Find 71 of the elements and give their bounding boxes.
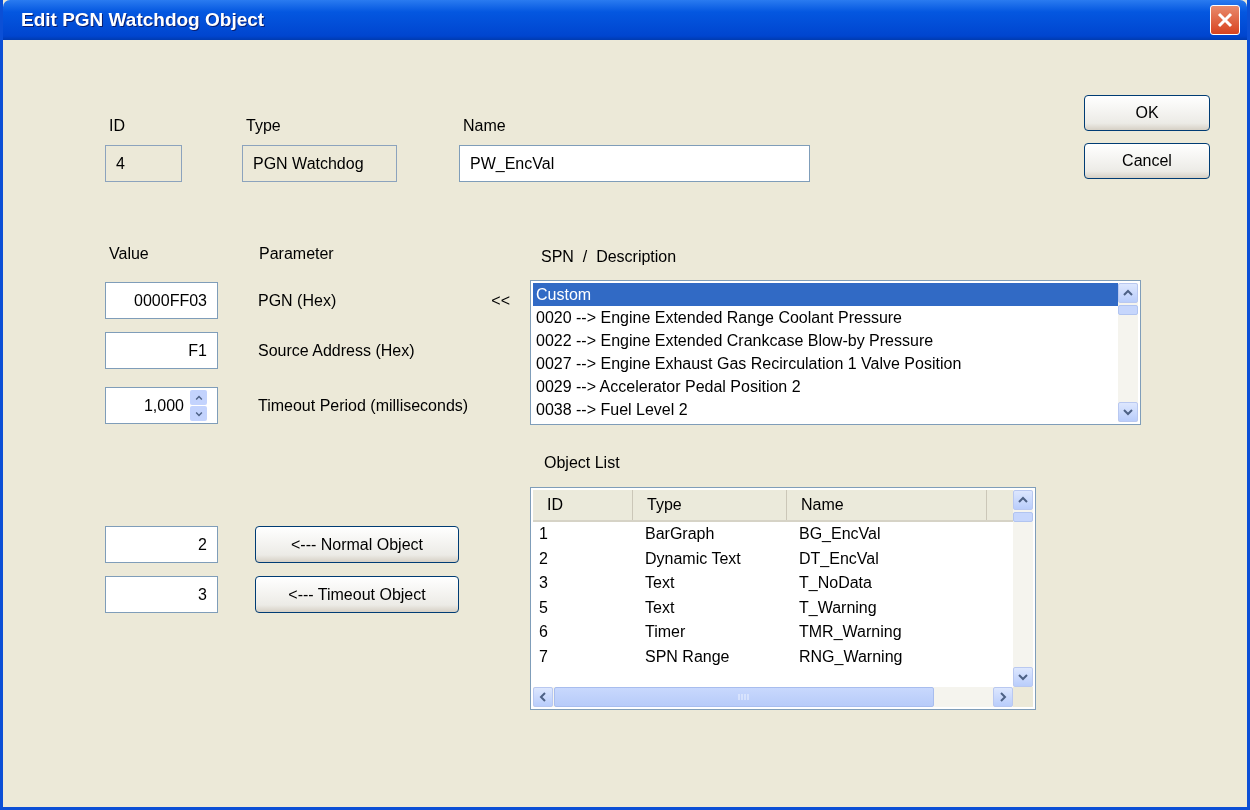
- list-item[interactable]: 0027 --> Engine Exhaust Gas Recirculation 1 Valve Position: [533, 352, 1118, 375]
- grip-icon: [738, 693, 750, 701]
- scroll-up-icon[interactable]: [1013, 490, 1033, 510]
- spin-field[interactable]: 1,000: [105, 387, 218, 424]
- object-id-field[interactable]: 2: [105, 526, 218, 563]
- readonly-field: PGN Watchdog: [242, 145, 397, 182]
- scroll-left-icon[interactable]: [533, 687, 553, 707]
- table-cell-text: Dynamic Text: [644, 549, 742, 568]
- assign-button[interactable]: <--- Timeout Object: [255, 576, 459, 613]
- scroll-right-icon[interactable]: [993, 687, 1013, 707]
- scroll-thumb[interactable]: [1118, 305, 1138, 315]
- horizontal-scrollbar[interactable]: [533, 687, 1013, 707]
- object-id-field[interactable]: 3: [105, 576, 218, 613]
- list-item[interactable]: 0029 --> Accelerator Pedal Position 2: [533, 375, 1118, 398]
- parameter-label: Timeout Period (milliseconds): [258, 396, 469, 415]
- object-list[interactable]: ID Type Name 1 BarGraph BG_EncVal 2 Dynamic Text DT_EncVal 3 Text T_NoData 5 Text T_Warning 6 Timer TMR_Warning 7 SPN Range RNG_Warning: [530, 487, 1036, 710]
- table-cell-text: Timer: [644, 623, 687, 642]
- table-cell-text: 5: [538, 598, 549, 617]
- column-header[interactable]: Type: [633, 490, 787, 520]
- assign-button[interactable]: <--- Normal Object: [255, 526, 459, 563]
- field-label: Name: [462, 117, 507, 135]
- table-cell-text: T_NoData: [798, 574, 873, 593]
- name-field[interactable]: PW_EncVal: [459, 145, 810, 182]
- table-cell-text: DT_EncVal: [798, 549, 880, 568]
- parameter-label: PGN (Hex): [258, 291, 337, 310]
- spn-listbox[interactable]: [530, 280, 1141, 425]
- table-cell-text: Text: [644, 598, 676, 617]
- table-cell-text: BG_EncVal: [798, 525, 882, 544]
- table-cell-text: SPN Range: [644, 647, 731, 666]
- dialog-button[interactable]: Cancel: [1084, 143, 1210, 179]
- column-heading: Parameter: [259, 245, 334, 263]
- table-cell-text: 6: [538, 623, 549, 642]
- value-field[interactable]: 0000FF03: [105, 282, 218, 319]
- list-heading: Object List: [543, 454, 621, 472]
- field-label: ID: [108, 117, 126, 135]
- table-cell-text: BarGraph: [644, 525, 716, 544]
- close-icon: [1216, 11, 1234, 29]
- scroll-up-icon[interactable]: [1118, 283, 1138, 303]
- scroll-down-icon[interactable]: [1118, 402, 1138, 422]
- table-cell-text: T_Warning: [798, 598, 878, 617]
- column-heading: Value: [108, 245, 150, 263]
- vertical-scrollbar[interactable]: [1118, 283, 1138, 422]
- column-header[interactable]: ID: [533, 490, 633, 520]
- vertical-scrollbar[interactable]: [1013, 490, 1033, 687]
- table-cell-text: Text: [644, 574, 676, 593]
- list-item[interactable]: Custom: [533, 283, 1118, 306]
- close-button[interactable]: [1210, 5, 1240, 35]
- window-title: Edit PGN Watchdog Object: [21, 9, 266, 31]
- list-item[interactable]: 0022 --> Engine Extended Crankcase Blow-by Pressure: [533, 329, 1118, 352]
- spin-down-icon[interactable]: [190, 406, 207, 421]
- list-heading: SPN / Description: [540, 248, 678, 266]
- list-item[interactable]: 0020 --> Engine Extended Range Coolant Pressure: [533, 306, 1118, 329]
- scroll-down-icon[interactable]: [1013, 667, 1033, 687]
- column-header[interactable]: Name: [787, 490, 987, 520]
- table-cell-text: 3: [538, 574, 549, 593]
- table-cell-text: 7: [538, 647, 549, 666]
- scroll-thumb[interactable]: [1013, 512, 1033, 522]
- spin-up-icon[interactable]: [190, 390, 207, 405]
- table-cell-text: RNG_Warning: [798, 647, 904, 666]
- field-label: Type: [245, 117, 282, 135]
- scrollbar-corner: [1013, 687, 1033, 707]
- table-cell-text: TMR_Warning: [798, 623, 903, 642]
- value-field[interactable]: F1: [105, 332, 218, 369]
- marker-text: <<: [491, 291, 510, 310]
- list-item[interactable]: 0038 --> Fuel Level 2: [533, 398, 1118, 421]
- dialog-button[interactable]: OK: [1084, 95, 1210, 131]
- readonly-field: 4: [105, 145, 182, 182]
- table-cell-text: 2: [538, 549, 549, 568]
- parameter-label: Source Address (Hex): [258, 341, 415, 360]
- table-cell-text: 1: [538, 525, 549, 544]
- scroll-thumb[interactable]: [554, 687, 934, 707]
